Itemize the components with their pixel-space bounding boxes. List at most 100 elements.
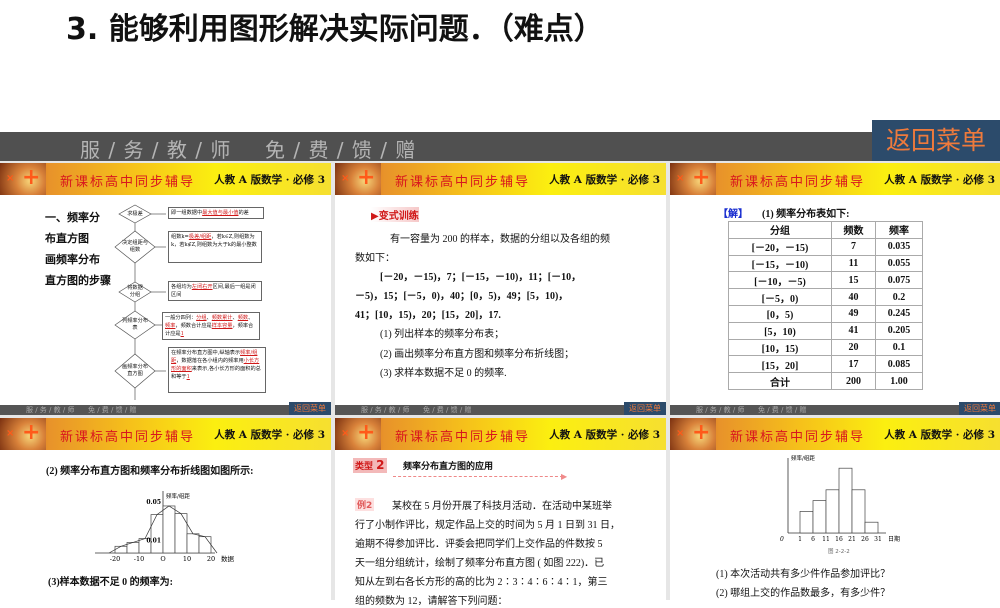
footer-right-text: 免 / 费 / 馈 / 赠 (758, 406, 807, 414)
table-row: [－10，－5) 15 0.075 (728, 271, 923, 290)
table-cell: 200 (831, 372, 876, 390)
table-cell: 7 (831, 237, 876, 256)
histogram-bar (864, 521, 879, 534)
text-line: 41；[10，15)，20；[15，20]，17. (355, 310, 501, 321)
table-row: [－5，0) 40 0.2 (728, 288, 923, 306)
slide-thumbnail-5[interactable]: + × 新课标高中同步辅导 人教 A 版数学 · 必修 3 类型 2 频率分布直方图的… (335, 418, 666, 608)
series-title: 新课标高中同步辅导 (60, 175, 196, 190)
table-cell: [－15，－10) (728, 254, 832, 273)
slide-header-banner: + × 新课标高中同步辅导 人教 A 版数学 · 必修 3 (0, 163, 331, 195)
key-term: 分组 (196, 315, 207, 321)
x-tick-label: 21 (848, 536, 856, 543)
slide-thumbnail-1[interactable]: + × 新课标高中同步辅导 人教 A 版数学 · 必修 3 一、频率分 布直方图 画频… (0, 163, 331, 415)
edition-title: 人教 A 版数学 · 必修 3 (884, 429, 995, 441)
flow-step-label: 决定组距与组数 (122, 240, 148, 253)
table-cell: 0.245 (875, 304, 923, 323)
key-term: 最大值与最小值 (202, 210, 239, 216)
text-segment: ，数据落在各小组内的频率用 (176, 358, 244, 364)
plus-icon: + (692, 165, 711, 190)
math-symbols-banner-image: + × (670, 418, 716, 450)
histogram-bar (851, 489, 866, 534)
flow-step-description: 在频率分布直方图中,纵轴表示频率/组距，数据落在各小组内的频率用小长方形的面积来… (168, 347, 266, 393)
table-cell: [10，15) (728, 338, 832, 357)
key-term: 左闭右开 (191, 284, 213, 290)
topbar-left-text: 服 / 务 / 教 / 师 (80, 138, 232, 162)
histogram-bar (186, 533, 200, 554)
flow-step-description: 各组均为左闭右开区间,最后一组是闭区间 (168, 281, 262, 301)
dashed-arrow-line (393, 476, 563, 477)
y-tick-label: 0.05 (146, 499, 161, 506)
table-cell: 15 (831, 271, 876, 290)
question-2-text: (2) 哪组上交的作品数最多，有多少件？ (716, 588, 891, 599)
top-bar: 服 / 务 / 教 / 师 免 / 费 / 馈 / 赠 (0, 132, 1000, 162)
table-cell: 20 (831, 338, 876, 357)
plus-icon: + (22, 165, 41, 190)
key-term: 频数 (237, 315, 249, 321)
type-badge-number: 2 (376, 458, 385, 472)
column-header: 分组 (728, 221, 832, 239)
slide-header-banner: + × 新课标高中同步辅导 人教 A 版数学 · 必修 3 (335, 418, 666, 450)
flow-step-label: 求极差 (127, 210, 143, 217)
table-row: 合计 200 1.00 (728, 372, 923, 390)
flow-step-label: 画频率分布直方图 (122, 364, 148, 377)
series-title: 新课标高中同步辅导 (730, 430, 866, 445)
text-line: －5)，15；[－5，0)，40；[0，5)，49；[5，10)， (355, 291, 569, 302)
slide-thumbnail-3[interactable]: + × 新课标高中同步辅导 人教 A 版数学 · 必修 3 【解】 (1) 频率分布表… (670, 163, 1000, 415)
text-line: (2) 画出频率分布直方图和频率分布折线图； (380, 349, 575, 360)
footer-return-menu-button[interactable]: 返回菜单 (959, 402, 1000, 415)
key-term: 频率 (165, 323, 176, 329)
question-3-text: (3)样本数据不足 0 的频率为: (48, 577, 173, 588)
text-segment: 即一组数据中 (171, 210, 203, 216)
flow-step-label: 列频率分布表 (122, 318, 148, 331)
table-row: [－20，－15) 7 0.035 (728, 237, 923, 256)
histogram-bar (799, 511, 814, 534)
table-cell: [15，20] (728, 355, 832, 374)
text-segment: 、 (248, 315, 254, 321)
series-title: 新课标高中同步辅导 (395, 175, 531, 190)
math-symbols-banner-image: + × (0, 418, 46, 450)
slide-thumbnail-6[interactable]: + × 新课标高中同步辅导 人教 A 版数学 · 必修 3 1 6 11 16 21 26 31 0… (670, 418, 1000, 608)
flow-step-description: 组数k=极差/组距，若k∈Z,则组数为k，若k∉Z,则组数为大于k的最小整数 (168, 231, 262, 263)
page-title: 3. 能够利用图形解决实际问题．（难点） (66, 12, 604, 47)
flowchart-diagram (114, 204, 166, 400)
times-icon: × (676, 428, 685, 439)
table-cell: [0，5) (728, 304, 832, 323)
math-symbols-banner-image: + × (335, 163, 381, 195)
type-badge-label: 类型 (355, 462, 374, 472)
text-line: (3) 求样本数据不足 0 的频率. (380, 368, 507, 379)
x-tick-label: 16 (835, 536, 843, 543)
edition-title: 人教 A 版数学 · 必修 3 (884, 174, 995, 186)
table-row: [－15，－10) 11 0.055 (728, 254, 923, 273)
text-segment: ，频数合计应是 (175, 323, 212, 329)
math-symbols-banner-image: + × (670, 163, 716, 195)
text-line: 有一容量为 200 的样本，数据的分组以及各组的频 (390, 234, 610, 245)
table-cell: 11 (831, 254, 876, 273)
key-term: 1 (180, 331, 184, 337)
table-cell: 49 (831, 304, 876, 323)
footer-return-menu-button[interactable]: 返回菜单 (289, 402, 331, 415)
slide-grid: + × 新课标高中同步辅导 人教 A 版数学 · 必修 3 一、频率分 布直方图 画频… (0, 161, 1000, 608)
tag-label: 变式训练 (378, 211, 419, 222)
math-symbols-banner-image: + × (335, 418, 381, 450)
topbar-right-text: 免 / 费 / 馈 / 赠 (265, 138, 417, 162)
slide-header-banner: + × 新课标高中同步辅导 人教 A 版数学 · 必修 3 (670, 163, 1000, 195)
column-header: 频率 (875, 221, 923, 239)
key-term: 极差/组距 (188, 234, 212, 240)
footer-return-menu-button[interactable]: 返回菜单 (624, 402, 666, 415)
slide-thumbnail-4[interactable]: + × 新课标高中同步辅导 人教 A 版数学 · 必修 3 (2) 频率分布直方图和频… (0, 418, 331, 608)
slide-thumbnail-2[interactable]: + × 新课标高中同步辅导 人教 A 版数学 · 必修 3 ▶变式训练 有一容量为 2… (335, 163, 666, 415)
x-tick-label: 31 (874, 536, 882, 543)
x-tick-label: O (160, 555, 165, 563)
edition-title: 人教 A 版数学 · 必修 3 (549, 429, 660, 441)
flow-step-description: 一般分四列：分组、频数累计、频数、频率，频数合计应是样本容量，频率合计应是1 (162, 312, 260, 340)
footer-left-text: 服 / 务 / 教 / 师 (361, 406, 410, 414)
histogram-bar (114, 545, 128, 554)
date-histogram-chart: 1 6 11 16 21 26 310 日期频率/组距 (780, 454, 900, 543)
x-tick-label: 6 (811, 536, 815, 543)
solution-intro: (1) 频率分布表如下: (762, 209, 850, 220)
series-title: 新课标高中同步辅导 (60, 430, 196, 445)
table-cell: 0.205 (875, 321, 923, 340)
key-term: 1 (186, 374, 190, 380)
series-title: 新课标高中同步辅导 (395, 430, 531, 445)
return-menu-button[interactable]: 返回菜单 (872, 120, 1000, 161)
